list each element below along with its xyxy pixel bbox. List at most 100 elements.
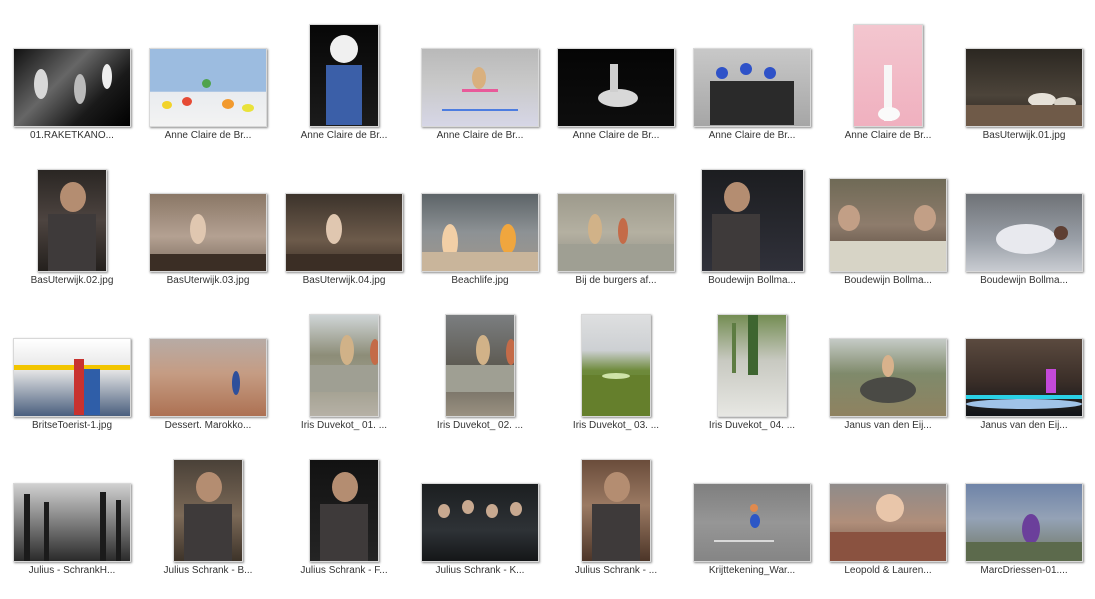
file-item[interactable]: Anne Claire de Br... [550,19,682,164]
photo-plant-icon[interactable] [717,314,787,417]
thumbnail-wrap [550,164,682,272]
thumbnail-detail [582,375,650,416]
thumbnail-detail [242,104,254,112]
file-name-label: Dessert. Marokko... [164,420,252,431]
photo-vase-icon[interactable] [853,24,923,127]
photo-portrait-icon[interactable] [309,459,379,562]
file-item[interactable]: Julius Schrank - ... [550,454,682,599]
thumbnail-detail [1046,369,1056,393]
photo-room-icon[interactable] [285,193,403,272]
file-item[interactable]: Iris Duvekot_ 01. ... [278,309,410,454]
thumbnail-detail [966,105,1082,126]
file-item[interactable]: Beachlife.jpg [414,164,546,309]
photo-buffalo-icon[interactable] [829,338,947,417]
file-item[interactable]: 01.RAKETKANO... [6,19,138,164]
file-name-label: Iris Duvekot_ 01. ... [300,420,388,431]
thumbnail-wrap [822,164,954,272]
file-item[interactable]: Bij de burgers af... [550,164,682,309]
thumbnail-detail [830,532,946,561]
file-name-label: BasUterwijk.01.jpg [982,130,1066,141]
photo-street-icon[interactable] [309,314,379,417]
file-item[interactable]: Julius Schrank - B... [142,454,274,599]
thumbnail-detail [310,365,378,392]
photo-chalk-icon[interactable] [693,483,811,562]
photo-horse-icon[interactable] [557,48,675,127]
thumbnail-wrap [958,309,1090,417]
thumbnail-detail [510,502,522,516]
file-item[interactable]: BasUterwijk.04.jpg [278,164,410,309]
photo-room-icon[interactable] [149,193,267,272]
file-item[interactable]: BasUterwijk.02.jpg [6,164,138,309]
file-item[interactable]: Iris Duvekot_ 04. ... [686,309,818,454]
file-item[interactable]: Boudewijn Bollma... [686,164,818,309]
photo-dogs-icon[interactable] [965,48,1083,127]
photo-dog-icon[interactable] [309,24,379,127]
thumbnail-detail [196,472,222,502]
file-item[interactable]: Julius Schrank - F... [278,454,410,599]
thumbnail-detail [202,79,211,88]
file-item[interactable]: Anne Claire de Br... [686,19,818,164]
file-item[interactable]: Julius - SchrankH... [6,454,138,599]
photo-fruit-icon[interactable] [149,48,267,127]
thumbnail-detail [222,99,234,109]
file-item[interactable]: Iris Duvekot_ 02. ... [414,309,546,454]
file-item[interactable]: Anne Claire de Br... [414,19,546,164]
photo-portrait-icon[interactable] [37,169,107,272]
thumbnail-detail [838,205,860,231]
thumbnail-wrap [414,454,546,562]
file-name-label: Anne Claire de Br... [572,130,660,141]
photo-tourist-icon[interactable] [13,338,131,417]
photo-group-icon[interactable] [421,483,539,562]
file-item[interactable]: Janus van den Eij... [822,309,954,454]
thumbnail-wrap [958,19,1090,127]
thumbnail-wrap [278,164,410,272]
photo-portrait-icon[interactable] [581,459,651,562]
photo-field-icon[interactable] [581,314,651,417]
thumbnail-wrap [142,309,274,417]
photo-portrait-icon[interactable] [700,169,804,272]
file-name-label: Anne Claire de Br... [164,130,252,141]
thumbnail-detail [1022,514,1040,544]
file-name-label: Janus van den Eij... [844,420,932,431]
thumbnail-wrap [414,309,546,417]
file-item[interactable]: Boudewijn Bollma... [822,164,954,309]
photo-street-icon[interactable] [445,314,515,417]
photo-lights-icon[interactable] [965,338,1083,417]
file-item[interactable]: Anne Claire de Br... [142,19,274,164]
thumbnail-detail [34,69,48,99]
file-item[interactable]: Anne Claire de Br... [822,19,954,164]
file-item[interactable]: BritseToerist-1.jpg [6,309,138,454]
thumbnail-wrap [6,309,138,417]
photo-woman-icon[interactable] [965,483,1083,562]
file-item[interactable]: BasUterwijk.01.jpg [958,19,1090,164]
photo-band-icon[interactable] [13,48,131,127]
thumbnail-detail [74,359,84,415]
file-item[interactable]: Iris Duvekot_ 03. ... [550,309,682,454]
thumbnail-detail [588,214,602,244]
file-item[interactable]: Boudewijn Bollma... [958,164,1090,309]
photo-street-icon[interactable] [557,193,675,272]
file-item[interactable]: Leopold & Lauren... [822,454,954,599]
photo-table-icon[interactable] [829,178,947,272]
thumbnail-detail [506,339,514,365]
file-item[interactable]: BasUterwijk.03.jpg [142,164,274,309]
file-item[interactable]: MarcDriessen-01.... [958,454,1090,599]
thumbnail-detail [190,214,206,244]
file-item[interactable]: Anne Claire de Br... [278,19,410,164]
file-name-label: Julius Schrank - B... [163,565,253,576]
photo-forest-icon[interactable] [13,483,131,562]
file-name-label: MarcDriessen-01.... [980,565,1068,576]
photo-beach-icon[interactable] [421,193,539,272]
file-item[interactable]: Krijttekening_War... [686,454,818,599]
file-item[interactable]: Janus van den Eij... [958,309,1090,454]
photo-sleep-icon[interactable] [965,193,1083,272]
photo-gymnast-icon[interactable] [421,48,539,127]
photo-portrait-icon[interactable] [173,459,243,562]
photo-baby-icon[interactable] [829,483,947,562]
thumbnail-detail [750,504,758,512]
thumbnail-detail [723,182,750,212]
photo-band-blue-icon[interactable] [693,48,811,127]
photo-desert-icon[interactable] [149,338,267,417]
file-item[interactable]: Julius Schrank - K... [414,454,546,599]
file-item[interactable]: Dessert. Marokko... [142,309,274,454]
